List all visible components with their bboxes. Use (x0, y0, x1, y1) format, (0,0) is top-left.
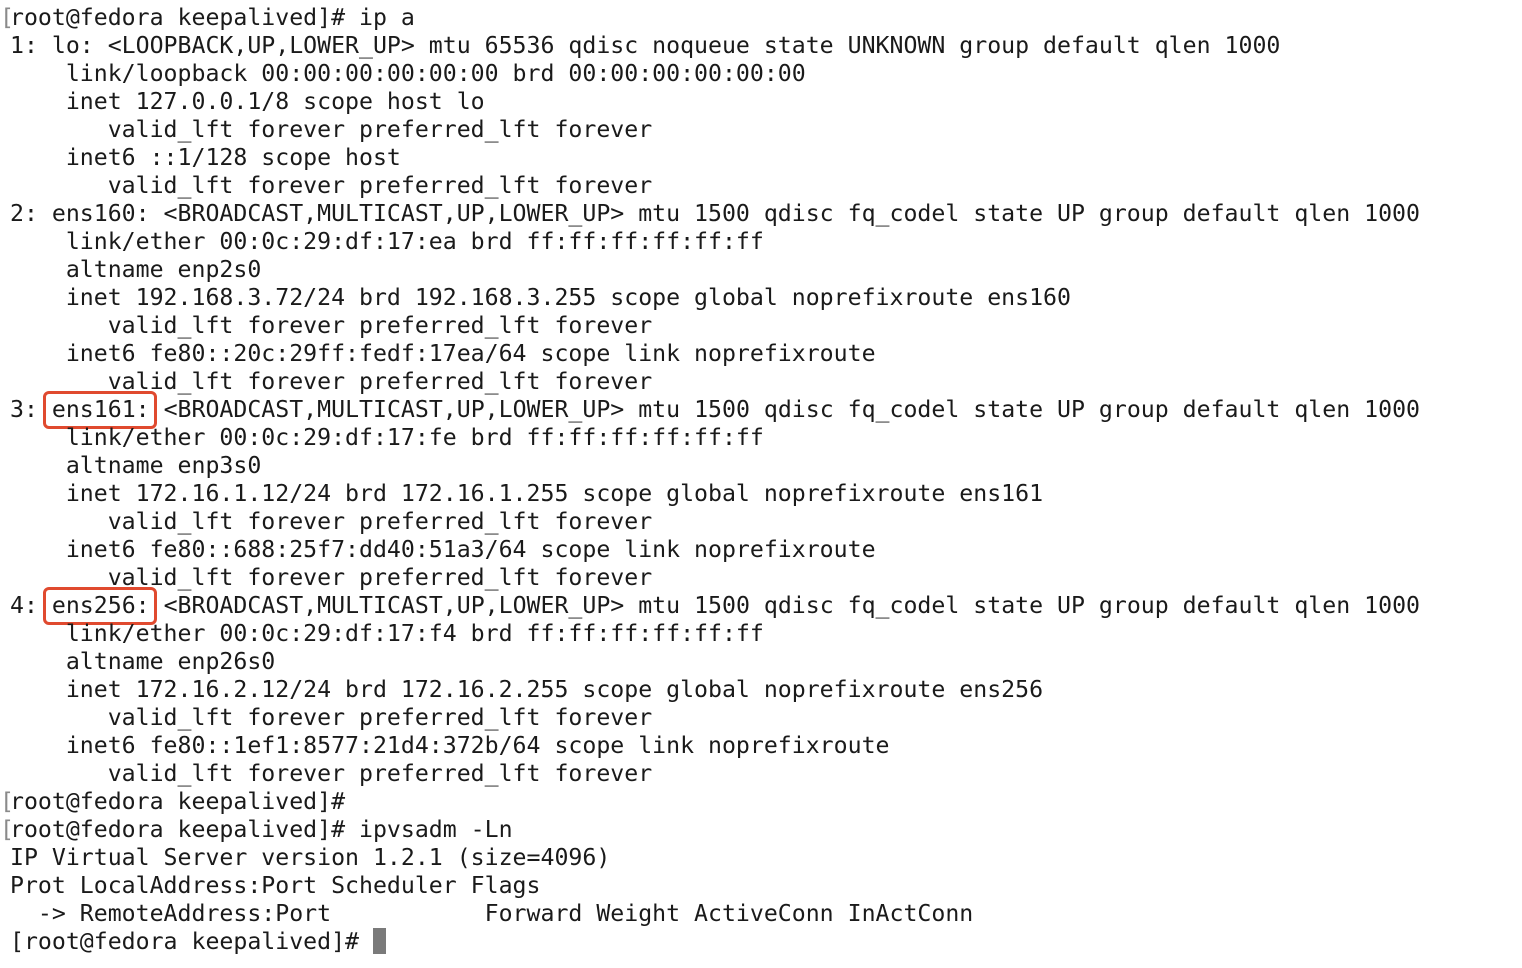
line-text: valid_lft forever preferred_lft forever (10, 508, 653, 535)
line-text: valid_lft forever preferred_lft forever (10, 368, 653, 395)
terminal-line: link/loopback 00:00:00:00:00:00 brd 00:0… (0, 60, 1420, 88)
line-text: link/loopback 00:00:00:00:00:00 brd 00:0… (10, 60, 806, 87)
terminal-line: valid_lft forever preferred_lft forever (0, 564, 1420, 592)
terminal-line: -> RemoteAddress:Port Forward Weight Act… (0, 900, 1420, 928)
terminal-line: inet 172.16.2.12/24 brd 172.16.2.255 sco… (0, 676, 1420, 704)
line-text: [root@fedora keepalived]# (10, 928, 373, 955)
terminal-line: valid_lft forever preferred_lft forever (0, 116, 1420, 144)
interface-details: <BROADCAST,MULTICAST,UP,LOWER_UP> mtu 15… (149, 396, 1420, 423)
interface-details: <BROADCAST,MULTICAST,UP,LOWER_UP> mtu 15… (149, 592, 1420, 619)
terminal-line: 4: ens256: <BROADCAST,MULTICAST,UP,LOWER… (0, 587, 1420, 625)
terminal-line: inet 127.0.0.1/8 scope host lo (0, 88, 1420, 116)
terminal-line: IP Virtual Server version 1.2.1 (size=40… (0, 844, 1420, 872)
line-text: inet 172.16.1.12/24 brd 172.16.1.255 sco… (10, 480, 1044, 507)
terminal-line: [root@fedora keepalived]# ipvsadm -Ln (0, 816, 1420, 844)
line-text: valid_lft forever preferred_lft forever (10, 704, 653, 731)
terminal-line: inet 172.16.1.12/24 brd 172.16.1.255 sco… (0, 480, 1420, 508)
terminal-line: 3: ens161: <BROADCAST,MULTICAST,UP,LOWER… (0, 391, 1420, 429)
prompt-bracket: [ (0, 816, 14, 843)
line-text: link/ether 00:0c:29:df:17:fe brd ff:ff:f… (10, 424, 764, 451)
line-text: inet6 fe80::1ef1:8577:21d4:372b/64 scope… (10, 732, 890, 759)
highlighted-interface-name: ens256: (42, 587, 157, 625)
line-text: altname enp3s0 (10, 452, 262, 479)
terminal-line: Prot LocalAddress:Port Scheduler Flags (0, 872, 1420, 900)
prompt-bracket: [ (0, 4, 14, 31)
line-text: valid_lft forever preferred_lft forever (10, 564, 653, 591)
terminal-line: [root@fedora keepalived]# ip a (0, 4, 1420, 32)
terminal-line: inet6 fe80::1ef1:8577:21d4:372b/64 scope… (0, 732, 1420, 760)
terminal-line: valid_lft forever preferred_lft forever (0, 172, 1420, 200)
interface-index: 4: (10, 592, 52, 619)
line-text: inet6 ::1/128 scope host (10, 144, 401, 171)
line-text: inet 127.0.0.1/8 scope host lo (10, 88, 485, 115)
line-text: Prot LocalAddress:Port Scheduler Flags (10, 872, 541, 899)
terminal-line: inet6 ::1/128 scope host (0, 144, 1420, 172)
terminal-line: valid_lft forever preferred_lft forever (0, 760, 1420, 788)
terminal-line: 2: ens160: <BROADCAST,MULTICAST,UP,LOWER… (0, 200, 1420, 228)
line-text: altname enp2s0 (10, 256, 262, 283)
terminal-line: altname enp3s0 (0, 452, 1420, 480)
line-text: root@fedora keepalived]# ip a (10, 4, 415, 31)
terminal-line: altname enp26s0 (0, 648, 1420, 676)
line-text: root@fedora keepalived]# ipvsadm -Ln (10, 816, 513, 843)
line-text: valid_lft forever preferred_lft forever (10, 172, 653, 199)
terminal-line: valid_lft forever preferred_lft forever (0, 508, 1420, 536)
terminal-line: [root@fedora keepalived]# (0, 928, 1420, 956)
terminal-line: inet 192.168.3.72/24 brd 192.168.3.255 s… (0, 284, 1420, 312)
line-text: link/ether 00:0c:29:df:17:ea brd ff:ff:f… (10, 228, 764, 255)
terminal-line: valid_lft forever preferred_lft forever (0, 312, 1420, 340)
terminal-line: link/ether 00:0c:29:df:17:ea brd ff:ff:f… (0, 228, 1420, 256)
terminal-cursor (372, 928, 386, 954)
line-text: -> RemoteAddress:Port Forward Weight Act… (10, 900, 974, 927)
line-text: IP Virtual Server version 1.2.1 (size=40… (10, 844, 611, 871)
line-text: 2: ens160: <BROADCAST,MULTICAST,UP,LOWER… (10, 200, 1420, 227)
terminal-line: link/ether 00:0c:29:df:17:fe brd ff:ff:f… (0, 424, 1420, 452)
terminal-line: inet6 fe80::20c:29ff:fedf:17ea/64 scope … (0, 340, 1420, 368)
terminal-output: [root@fedora keepalived]# ip a 1: lo: <LO… (0, 4, 1420, 956)
terminal-line: [root@fedora keepalived]# (0, 788, 1420, 816)
terminal-line: 1: lo: <LOOPBACK,UP,LOWER_UP> mtu 65536 … (0, 32, 1420, 60)
terminal-line: altname enp2s0 (0, 256, 1420, 284)
terminal-line: valid_lft forever preferred_lft forever (0, 704, 1420, 732)
line-text: inet 172.16.2.12/24 brd 172.16.2.255 sco… (10, 676, 1044, 703)
line-text: valid_lft forever preferred_lft forever (10, 312, 653, 339)
line-text: inet 192.168.3.72/24 brd 192.168.3.255 s… (10, 284, 1071, 311)
prompt-bracket: [ (0, 788, 14, 815)
terminal-line: inet6 fe80::688:25f7:dd40:51a3/64 scope … (0, 536, 1420, 564)
line-text: root@fedora keepalived]# (10, 788, 346, 815)
terminal-line: link/ether 00:0c:29:df:17:f4 brd ff:ff:f… (0, 620, 1420, 648)
highlighted-interface-name: ens161: (42, 391, 157, 429)
line-text: link/ether 00:0c:29:df:17:f4 brd ff:ff:f… (10, 620, 764, 647)
line-text: altname enp26s0 (10, 648, 276, 675)
line-text: valid_lft forever preferred_lft forever (10, 760, 653, 787)
line-text: valid_lft forever preferred_lft forever (10, 116, 653, 143)
interface-index: 3: (10, 396, 52, 423)
terminal-line: valid_lft forever preferred_lft forever (0, 368, 1420, 396)
line-text: inet6 fe80::20c:29ff:fedf:17ea/64 scope … (10, 340, 876, 367)
line-text: 1: lo: <LOOPBACK,UP,LOWER_UP> mtu 65536 … (10, 32, 1281, 59)
line-text: inet6 fe80::688:25f7:dd40:51a3/64 scope … (10, 536, 876, 563)
terminal-window[interactable]: [root@fedora keepalived]# ip a 1: lo: <LO… (0, 0, 1522, 968)
